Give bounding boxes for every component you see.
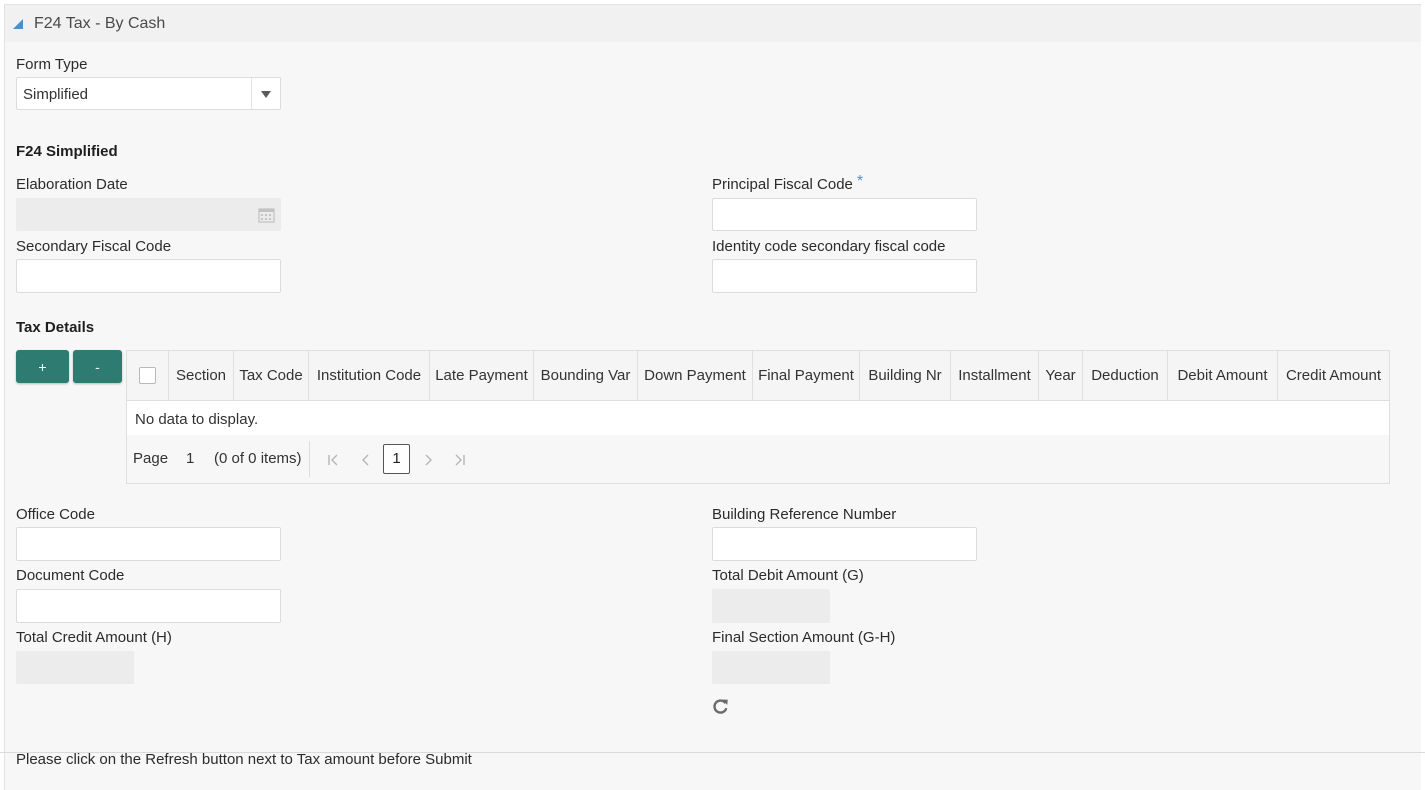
current-page-button[interactable]: 1: [383, 444, 410, 474]
tax-details-grid: Section Tax Code Institution Code Late P…: [126, 350, 1390, 484]
column-header[interactable]: Credit Amount: [1278, 351, 1389, 400]
page-label: Page: [133, 450, 169, 467]
office-code-label: Office Code: [16, 506, 95, 523]
refresh-icon[interactable]: [712, 698, 729, 715]
office-code-input[interactable]: [16, 527, 281, 561]
form-type-select[interactable]: Simplified: [16, 77, 281, 110]
page-number-input[interactable]: 1: [186, 450, 194, 467]
column-header[interactable]: Debit Amount: [1168, 351, 1278, 400]
column-header[interactable]: Late Payment: [430, 351, 534, 400]
column-header[interactable]: Section: [169, 351, 234, 400]
previous-page-icon[interactable]: [360, 453, 372, 467]
column-header[interactable]: Building Nr: [860, 351, 951, 400]
identity-code-label: Identity code secondary fiscal code: [712, 238, 946, 255]
total-debit-amount-field: [712, 589, 830, 623]
grid-header: Section Tax Code Institution Code Late P…: [127, 351, 1389, 401]
column-header[interactable]: Final Payment: [753, 351, 860, 400]
elaboration-date-label: Elaboration Date: [16, 176, 128, 193]
calendar-icon: [258, 208, 275, 223]
elaboration-date-field: [16, 198, 281, 231]
next-page-icon[interactable]: [422, 453, 434, 467]
chevron-down-icon[interactable]: [261, 91, 271, 98]
column-header[interactable]: Institution Code: [309, 351, 430, 400]
document-code-label: Document Code: [16, 567, 125, 584]
select-all-cell: [127, 351, 169, 400]
column-header[interactable]: Tax Code: [234, 351, 309, 400]
column-header[interactable]: Year: [1039, 351, 1083, 400]
panel-header[interactable]: F24 Tax - By Cash: [5, 5, 1421, 42]
select-divider: [251, 78, 252, 109]
last-page-icon[interactable]: [454, 453, 466, 467]
grid-pager: Page 1 (0 of 0 items) 1: [127, 435, 1389, 483]
pager-divider: [309, 441, 310, 477]
collapse-triangle-icon[interactable]: [13, 19, 23, 29]
column-header[interactable]: Deduction: [1083, 351, 1168, 400]
f24-simplified-title: F24 Simplified: [16, 143, 118, 160]
final-section-amount-field: [712, 651, 830, 684]
document-code-input[interactable]: [16, 589, 281, 623]
first-page-icon[interactable]: [327, 453, 339, 467]
building-reference-number-label: Building Reference Number: [712, 506, 897, 523]
principal-fiscal-code-input[interactable]: [712, 198, 977, 231]
page-items-count: (0 of 0 items): [214, 450, 302, 467]
footer-note: Please click on the Refresh button next …: [16, 751, 472, 768]
required-asterisk: *: [856, 173, 864, 190]
principal-fiscal-code-label: Principal Fiscal Code *: [712, 173, 864, 194]
form-type-value: Simplified: [23, 86, 89, 103]
column-header[interactable]: Installment: [951, 351, 1039, 400]
building-reference-number-input[interactable]: [712, 527, 977, 561]
column-header[interactable]: Down Payment: [638, 351, 753, 400]
tax-details-title: Tax Details: [16, 319, 95, 336]
total-debit-amount-label: Total Debit Amount (G): [712, 567, 864, 584]
empty-grid-message: No data to display.: [135, 411, 259, 428]
panel-title: F24 Tax - By Cash: [34, 15, 166, 32]
total-credit-amount-field: [16, 651, 134, 684]
add-row-button[interactable]: +: [16, 350, 69, 383]
select-all-checkbox[interactable]: [139, 367, 156, 384]
form-type-label: Form Type: [16, 56, 88, 73]
principal-fiscal-code-label-text: Principal Fiscal Code: [712, 176, 853, 193]
total-credit-amount-label: Total Credit Amount (H): [16, 629, 172, 646]
secondary-fiscal-code-label: Secondary Fiscal Code: [16, 238, 172, 255]
secondary-fiscal-code-input[interactable]: [16, 259, 281, 293]
column-header[interactable]: Bounding Var: [534, 351, 638, 400]
final-section-amount-label: Final Section Amount (G-H): [712, 629, 896, 646]
remove-row-button[interactable]: -: [73, 350, 122, 383]
identity-code-input[interactable]: [712, 259, 977, 293]
